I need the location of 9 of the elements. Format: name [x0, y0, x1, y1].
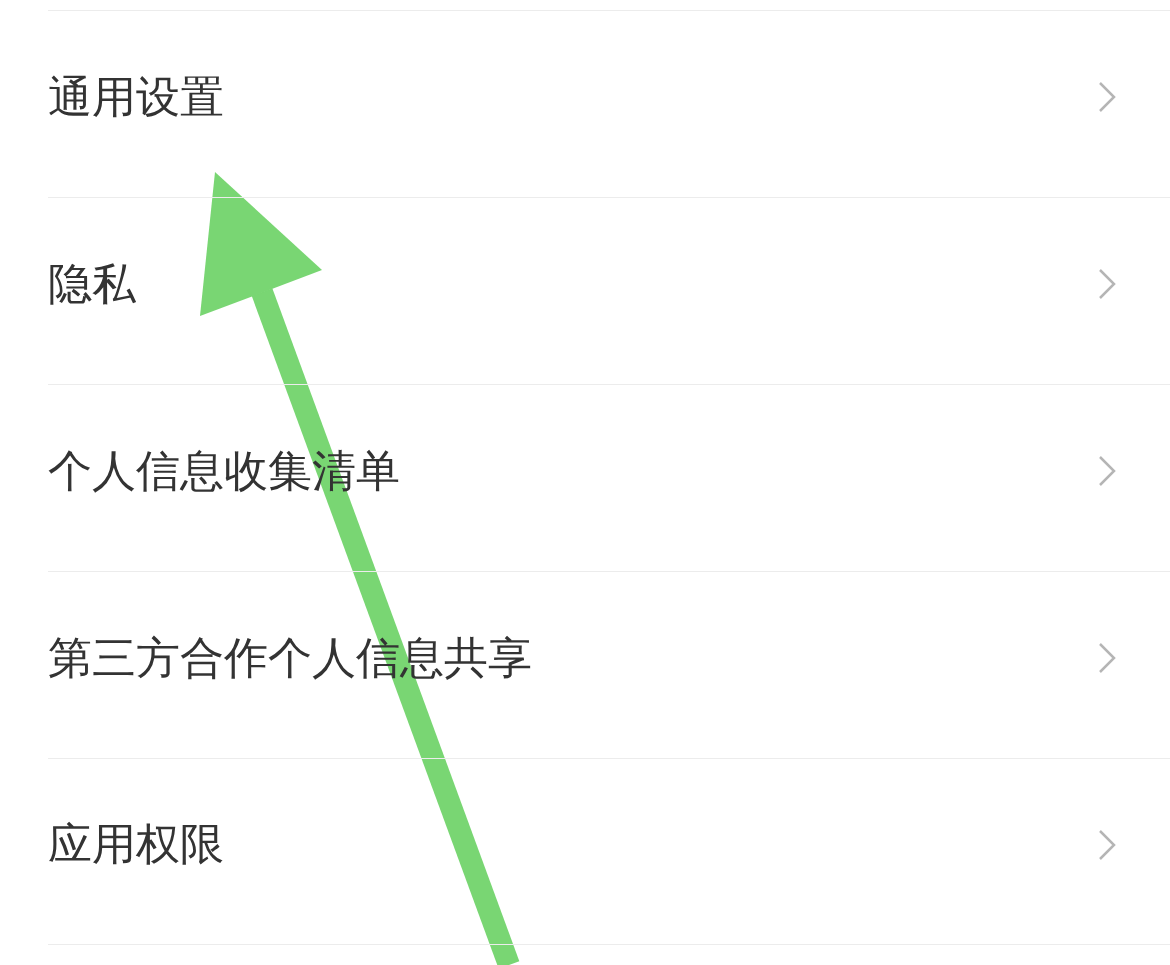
chevron-right-icon: [1098, 828, 1116, 861]
chevron-right-icon: [1098, 81, 1116, 113]
chevron-right-icon: [1098, 455, 1116, 487]
settings-label: 应用权限: [48, 817, 224, 871]
settings-label: 通用设置: [48, 69, 224, 124]
chevron-right-icon: [1098, 642, 1116, 674]
settings-row[interactable]: 应用权限: [48, 758, 1170, 945]
chevron-right-icon: [1098, 268, 1116, 300]
settings-label: 隐私: [48, 256, 136, 311]
